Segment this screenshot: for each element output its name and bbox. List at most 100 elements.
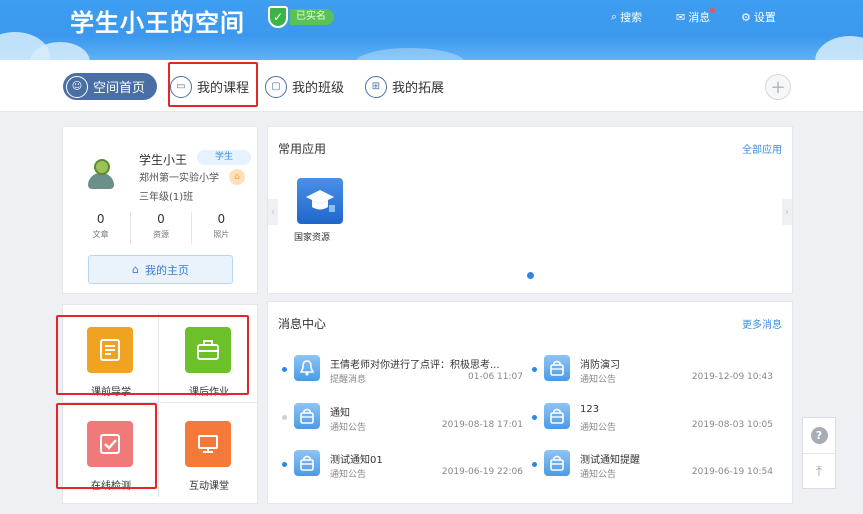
message-title: 通知	[330, 408, 350, 419]
bag-icon	[294, 403, 320, 429]
message-item[interactable]: 消防演习 通知公告 2019-12-09 10:43	[528, 354, 773, 394]
stat-label: 资源	[152, 230, 169, 239]
message-title: 消防演习	[580, 360, 620, 371]
quick-label: 课前导学	[91, 387, 131, 398]
quick-label: 课后作业	[189, 387, 229, 398]
quick-interactive-class[interactable]: 互动课堂	[161, 407, 257, 497]
tab-label: 我的课程	[197, 81, 250, 96]
tab-my-extension[interactable]: ⊞ 我的拓展	[365, 73, 444, 100]
stat-label: 文章	[92, 230, 109, 239]
tab-label: 我的拓展	[392, 81, 445, 96]
all-apps-link[interactable]: 全部应用	[742, 141, 782, 156]
help-button[interactable]: ?	[803, 418, 835, 454]
mail-icon: ✉	[676, 10, 686, 24]
message-time: 2019-12-09 10:43	[691, 372, 773, 382]
settings-label: 设置	[753, 11, 776, 24]
messages-link[interactable]: ✉ 消息	[676, 8, 716, 25]
settings-link[interactable]: ⚙ 设置	[741, 9, 776, 25]
shield-icon: ✓	[268, 6, 288, 28]
school-name: 郑州第一实验小学	[139, 173, 219, 184]
tab-label: 我的班级	[292, 81, 345, 96]
gear-icon: ⚙	[741, 10, 751, 24]
avatar-head	[94, 159, 110, 175]
carousel-next-button[interactable]: ›	[782, 199, 792, 225]
stat-value: 0	[96, 212, 105, 226]
read-dot	[282, 415, 287, 420]
message-time: 2019-08-03 10:05	[691, 420, 773, 430]
course-icon: ▭	[170, 75, 192, 98]
message-time: 2019-08-18 17:01	[441, 420, 523, 430]
verified-badge: ✓ 已实名	[268, 6, 334, 28]
message-type: 通知公告	[580, 470, 617, 480]
cloud-decoration	[355, 48, 465, 60]
messages-title: 消息中心	[278, 317, 327, 331]
message-item[interactable]: 123 通知公告 2019-08-03 10:05	[528, 402, 773, 442]
cloud-decoration	[815, 36, 863, 60]
bag-icon	[544, 403, 570, 429]
tab-my-class[interactable]: ▢ 我的班级	[265, 73, 344, 100]
search-label: 搜索	[620, 11, 643, 24]
search-icon: ⌕	[611, 10, 618, 23]
my-homepage-button[interactable]: ⌂ 我的主页	[88, 255, 233, 284]
message-time: 2019-06-19 10:54	[691, 467, 773, 477]
search-link[interactable]: ⌕ 搜索	[611, 9, 642, 25]
message-type: 提醒消息	[330, 375, 367, 385]
profile-card: 学生小王 学生 郑州第一实验小学 ⌂ 三年级(1)班 0 文章 0 资源 0 照…	[62, 126, 258, 294]
carousel-prev-button[interactable]: ‹	[268, 199, 278, 225]
bell-icon	[294, 355, 320, 381]
common-apps-panel: 常用应用 全部应用 ‹ › 国家资源	[267, 126, 793, 294]
message-center-panel: 消息中心 更多消息 王倩老师对你进行了点评：积极思考... 提醒消息 01-06…	[267, 301, 793, 504]
unread-dot	[532, 415, 537, 420]
app-national-resources[interactable]	[297, 178, 343, 224]
carousel-dot[interactable]	[527, 272, 534, 279]
briefcase-icon	[185, 327, 231, 373]
stat-label: 照片	[213, 230, 230, 239]
message-item[interactable]: 测试通知01 通知公告 2019-06-19 22:06	[278, 449, 523, 489]
quick-label: 互动课堂	[189, 481, 229, 492]
message-type: 通知公告	[580, 375, 617, 385]
message-item[interactable]: 测试通知提醒 通知公告 2019-06-19 10:54	[528, 449, 773, 489]
home-button-label: 我的主页	[144, 263, 189, 277]
messages-label: 消息	[688, 11, 711, 24]
profile-stats: 0 文章 0 资源 0 照片	[71, 212, 251, 244]
space-title: 学生小王的空间	[70, 9, 245, 37]
add-tab-button[interactable]: +	[765, 74, 791, 100]
message-title: 测试通知01	[330, 455, 383, 466]
message-type: 通知公告	[580, 423, 617, 433]
bag-icon	[544, 450, 570, 476]
role-badge: 学生	[197, 150, 251, 165]
message-type: 通知公告	[330, 470, 367, 480]
tab-my-courses[interactable]: ▭ 我的课程	[170, 73, 249, 100]
quick-online-test[interactable]: 在线检测	[63, 407, 159, 497]
home-icon: ⌂	[132, 263, 139, 276]
unread-dot	[532, 367, 537, 372]
quick-homework[interactable]: 课后作业	[161, 313, 257, 403]
user-icon: ☺	[66, 75, 88, 98]
school-icon: ⌂	[229, 169, 245, 185]
stat-photos[interactable]: 0 照片	[192, 212, 251, 244]
header-banner: 学生小王的空间 ✓ 已实名 ⌕ 搜索 ✉ 消息 ⚙ 设置	[0, 0, 863, 60]
message-item[interactable]: 王倩老师对你进行了点评：积极思考... 提醒消息 01-06 11:07	[278, 354, 523, 394]
more-messages-link[interactable]: 更多消息	[742, 316, 782, 331]
avatar[interactable]	[88, 159, 114, 189]
stat-value: 0	[217, 212, 226, 226]
app-label: 国家资源	[294, 233, 331, 243]
bag-icon	[294, 450, 320, 476]
unread-dot	[532, 462, 537, 467]
quick-pre-class-guide[interactable]: 课前导学	[63, 313, 159, 403]
quick-functions-panel: 课前导学 课后作业 在线检测 互动课堂	[62, 304, 258, 504]
message-type: 通知公告	[330, 423, 367, 433]
checkbox-icon	[87, 421, 133, 467]
message-title: 王倩老师对你进行了点评：积极思考...	[330, 360, 500, 371]
stat-articles[interactable]: 0 文章	[71, 212, 132, 244]
back-to-top-button[interactable]: ⤒	[803, 454, 835, 490]
graduation-cap-icon	[306, 190, 335, 212]
unread-dot	[282, 462, 287, 467]
message-time: 2019-06-19 22:06	[441, 467, 523, 477]
stat-resources[interactable]: 0 资源	[131, 212, 192, 244]
tab-space-home[interactable]: ☺ 空间首页	[63, 73, 158, 100]
message-item[interactable]: 通知 通知公告 2019-08-18 17:01	[278, 402, 523, 442]
unread-dot	[282, 367, 287, 372]
message-title: 测试通知提醒	[580, 455, 640, 466]
extension-icon: ⊞	[365, 75, 387, 98]
